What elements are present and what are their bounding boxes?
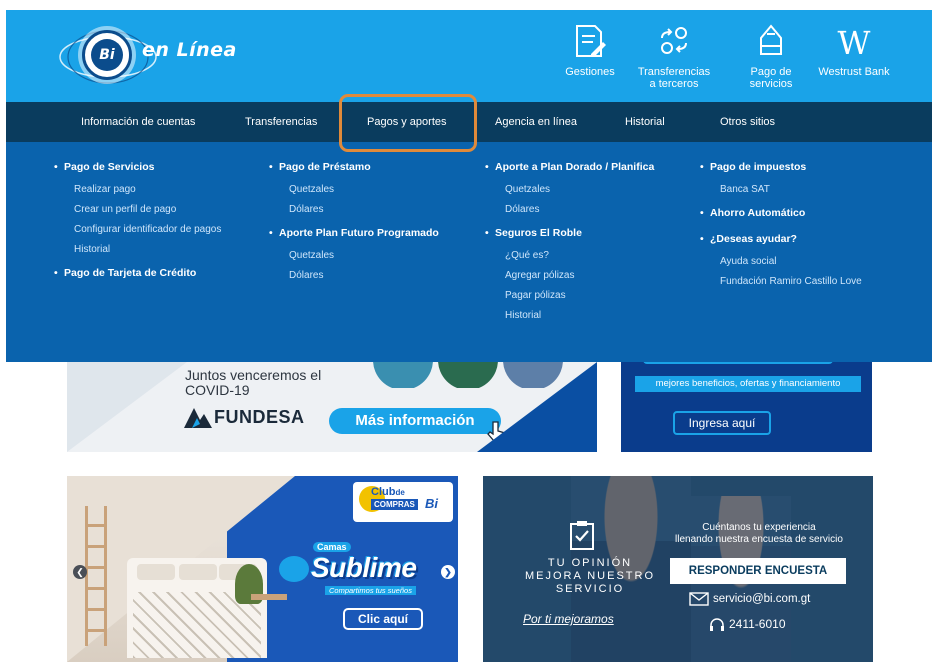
survey-invite: Cuéntanos tu experiencia llenando nuestr… [675, 522, 843, 545]
quick-link-label: Transferencias a terceros [637, 66, 711, 90]
responder-encuesta-button[interactable]: RESPONDER ENCUESTA [670, 558, 846, 584]
menu-link-historial[interactable]: Historial [54, 240, 221, 260]
menu-link-dolares[interactable]: Dólares [269, 266, 439, 286]
quick-link-transferencias[interactable]: Transferencias a terceros [634, 24, 714, 90]
menu-heading-pago-impuestos[interactable]: Pago de impuestos [700, 160, 862, 174]
envelope-icon [689, 592, 709, 606]
camas-label: Camas [313, 542, 351, 552]
bi-en-linea-logo[interactable]: Bi en Línea [52, 25, 242, 87]
headset-icon [710, 618, 724, 631]
hand-money-icon [760, 24, 782, 55]
menu-link-pagar-polizas[interactable]: Pagar pólizas [485, 286, 654, 306]
form-pencil-icon [576, 25, 606, 57]
ingresa-aqui-button[interactable]: Ingresa aquí [673, 411, 771, 435]
fundesa-mountain-icon [184, 408, 212, 428]
menu-heading-seguros-el-roble[interactable]: Seguros El Roble [485, 226, 654, 240]
menu-heading-aporte-plan-dorado[interactable]: Aporte a Plan Dorado / Planifica [485, 160, 654, 174]
logo-text: en Línea [142, 39, 237, 61]
nav-item-transferencias[interactable]: Transferencias [245, 102, 317, 142]
nav-item-agencia-en-linea[interactable]: Agencia en línea [495, 102, 577, 142]
quick-link-westrust[interactable]: W Westrust Bank [814, 24, 894, 78]
beneficios-tagline: mejores beneficios, ofertas y financiami… [635, 376, 861, 392]
active-nav-highlight [339, 94, 477, 152]
menu-heading-pago-prestamo[interactable]: Pago de Préstamo [269, 160, 439, 174]
survey-headline: TU OPINIÓN MEJORA NUESTRO SERVICIO [524, 557, 656, 595]
mega-column-4: Pago de impuestos Banca SAT Ahorro Autom… [700, 160, 862, 292]
top-header: Bi en Línea Gestiones Transferencias a t… [6, 10, 932, 102]
banner-encuesta-servicio[interactable]: TU OPINIÓN MEJORA NUESTRO SERVICIO Por t… [483, 476, 873, 662]
banner-en-linea[interactable]: mejores beneficios, ofertas y financiami… [621, 362, 872, 452]
contact-phone[interactable]: 2411-6010 [709, 617, 786, 633]
contact-email[interactable]: servicio@bi.com.gt [689, 592, 810, 606]
menu-link-historial[interactable]: Historial [485, 306, 654, 326]
banner-club-compras[interactable]: Clubde COMPRAS Bi Camas Sublime Comparti… [67, 476, 458, 662]
menu-link-configurar-identificador[interactable]: Configurar identificador de pagos [54, 220, 221, 240]
menu-link-realizar-pago[interactable]: Realizar pago [54, 180, 221, 200]
menu-link-crear-perfil-pago[interactable]: Crear un perfil de pago [54, 200, 221, 220]
menu-link-agregar-polizas[interactable]: Agregar pólizas [485, 266, 654, 286]
mega-menu-pagos-aportes: Pago de Servicios Realizar pago Crear un… [6, 142, 932, 362]
menu-link-dolares[interactable]: Dólares [269, 200, 439, 220]
nav-item-otros-sitios[interactable]: Otros sitios [720, 102, 775, 142]
page: Bi en Línea Gestiones Transferencias a t… [0, 0, 934, 662]
nav-item-historial[interactable]: Historial [625, 102, 665, 142]
clic-aqui-button[interactable]: Clic aquí [343, 608, 423, 630]
quick-link-label: Gestiones [565, 66, 615, 78]
menu-link-fundacion-ramiro[interactable]: Fundación Ramiro Castillo Love [700, 272, 862, 292]
logo-badge-text: Bi [91, 39, 123, 71]
menu-heading-aporte-plan-futuro[interactable]: Aporte Plan Futuro Programado [269, 226, 439, 240]
club-compras-logo: Clubde COMPRAS Bi [353, 482, 453, 522]
sublime-brand: Sublime [311, 552, 417, 583]
quick-link-label: Westrust Bank [818, 66, 890, 78]
menu-link-quetzales[interactable]: Quetzales [269, 246, 439, 266]
mas-informacion-button[interactable]: Más información [329, 408, 501, 434]
menu-heading-pago-tarjeta-credito[interactable]: Pago de Tarjeta de Crédito [54, 266, 221, 280]
transfer-arrows-icon [661, 27, 687, 54]
clipboard-check-icon [570, 521, 594, 550]
menu-link-que-es[interactable]: ¿Qué es? [485, 246, 654, 266]
mega-column-2: Pago de Préstamo Quetzales Dólares Aport… [269, 160, 439, 286]
menu-link-dolares[interactable]: Dólares [485, 200, 654, 220]
svg-text:W: W [838, 24, 871, 60]
ladder-decoration [85, 506, 107, 646]
por-ti-mejoramos-text: Por ti mejoramos [523, 612, 614, 626]
quick-link-gestiones[interactable]: Gestiones [550, 24, 630, 78]
quick-link-pago-servicios[interactable]: Pago de servicios [731, 24, 811, 90]
carousel-next-icon[interactable]: ❯ [441, 565, 455, 579]
westrust-w-icon: W [838, 24, 871, 60]
covid-text: Juntos venceremos el COVID-19 [185, 367, 322, 398]
menu-link-ayuda-social[interactable]: Ayuda social [700, 252, 862, 272]
mega-column-3: Aporte a Plan Dorado / Planifica Quetzal… [485, 160, 654, 326]
menu-link-quetzales[interactable]: Quetzales [485, 180, 654, 200]
carousel-prev-icon[interactable]: ❮ [73, 565, 87, 579]
banner-fundesa-covid[interactable]: Juntos venceremos el COVID-19 FUNDESA Má… [67, 362, 597, 452]
menu-heading-deseas-ayudar[interactable]: ¿Deseas ayudar? [700, 232, 862, 246]
menu-heading-ahorro-automatico[interactable]: Ahorro Automático [700, 206, 862, 220]
sublime-slogan: Compartimos tus sueños [325, 586, 416, 595]
menu-link-banca-sat[interactable]: Banca SAT [700, 180, 862, 200]
mega-column-1: Pago de Servicios Realizar pago Crear un… [54, 160, 221, 280]
menu-heading-pago-servicios[interactable]: Pago de Servicios [54, 160, 221, 174]
menu-link-quetzales[interactable]: Quetzales [269, 180, 439, 200]
quick-link-label: Pago de servicios [749, 66, 793, 90]
fundesa-logo: FUNDESA [184, 404, 314, 430]
logo-badge: Bi [82, 30, 132, 80]
nav-item-informacion-cuentas[interactable]: Información de cuentas [81, 102, 195, 142]
